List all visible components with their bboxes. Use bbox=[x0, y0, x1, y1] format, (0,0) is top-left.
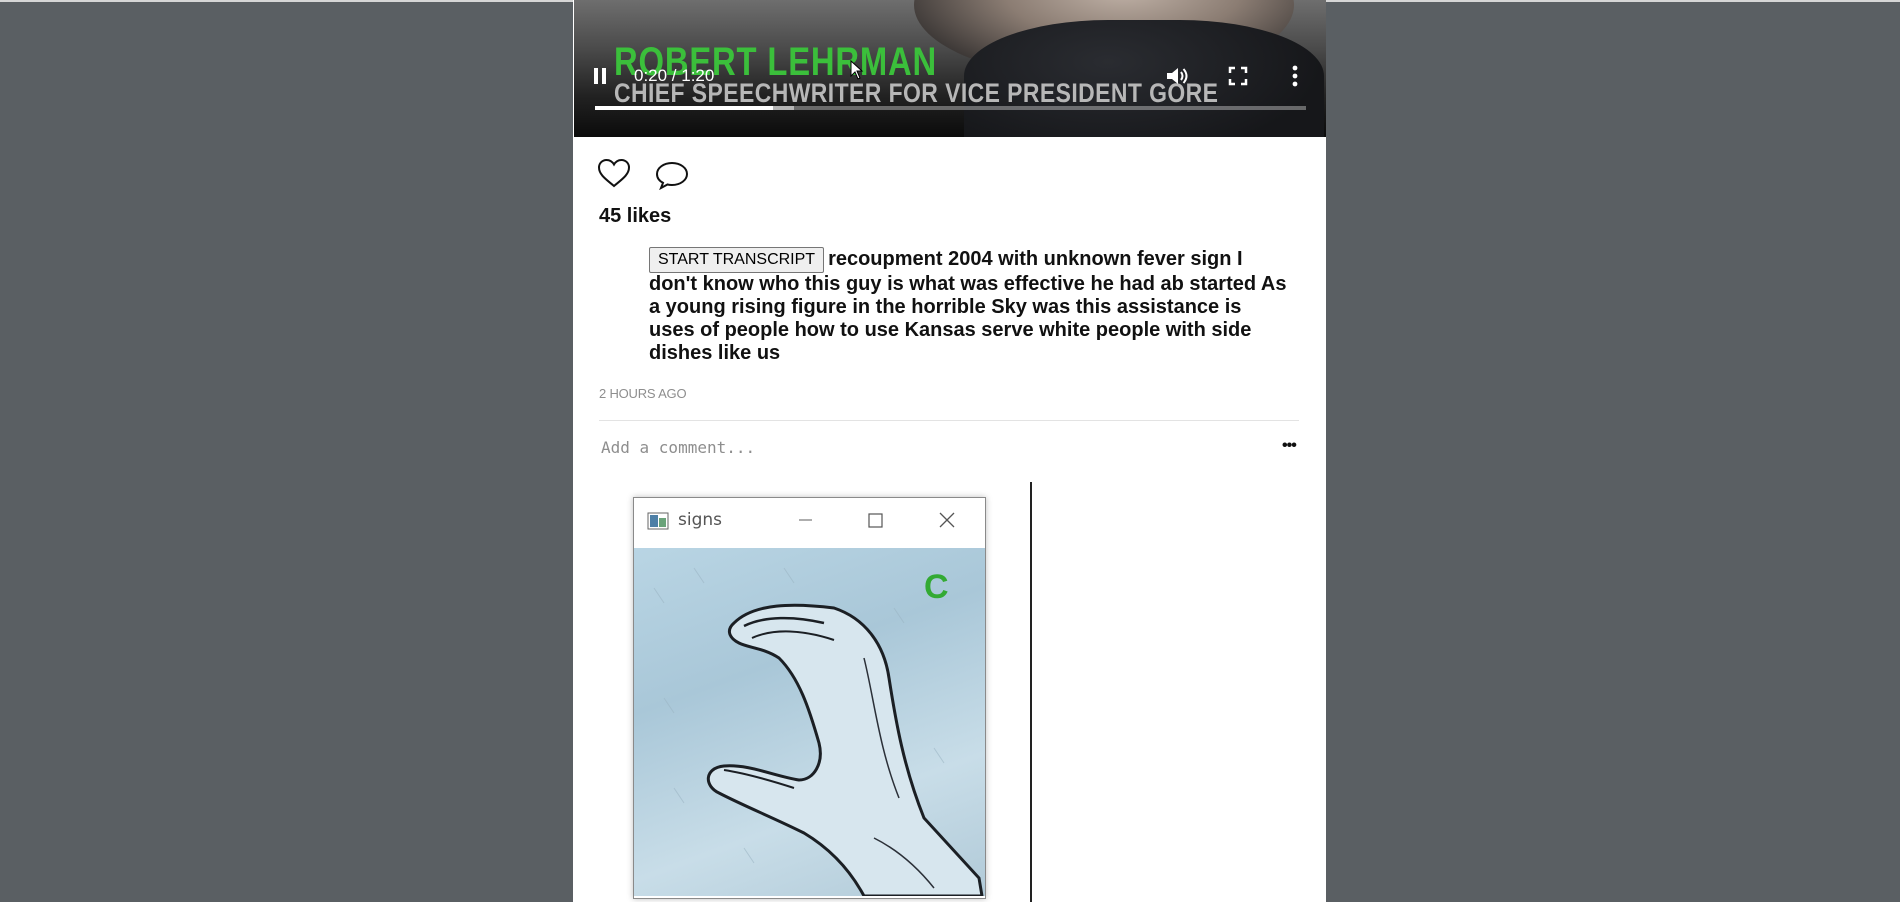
video-player[interactable]: ROBERT LEHRMAN CHIEF SPEECHWRITER FOR VI… bbox=[574, 0, 1326, 137]
more-vert-icon[interactable] bbox=[1290, 64, 1300, 88]
camera-frame: C bbox=[634, 548, 985, 896]
heart-icon[interactable] bbox=[597, 158, 631, 193]
signs-window: signs C bbox=[633, 497, 986, 899]
mouse-cursor-icon bbox=[850, 59, 864, 80]
fullscreen-icon[interactable] bbox=[1228, 66, 1248, 86]
maximize-icon[interactable] bbox=[855, 504, 895, 536]
start-transcript-button[interactable]: START TRANSCRIPT bbox=[649, 247, 825, 273]
vertical-divider bbox=[1030, 482, 1032, 902]
detected-letter: C bbox=[924, 568, 949, 606]
comment-input[interactable] bbox=[599, 434, 1243, 460]
close-icon[interactable] bbox=[927, 504, 967, 536]
more-options-button[interactable]: ••• bbox=[1282, 437, 1297, 455]
time-display: 0:20 / 1:20 bbox=[634, 66, 715, 85]
progress-bar[interactable] bbox=[595, 106, 1306, 110]
window-title: signs bbox=[678, 510, 723, 530]
divider bbox=[599, 420, 1299, 421]
post-card: ROBERT LEHRMAN CHIEF SPEECHWRITER FOR VI… bbox=[573, 0, 1326, 902]
volume-icon[interactable] bbox=[1164, 64, 1190, 88]
comment-icon[interactable] bbox=[655, 160, 689, 195]
likes-count: 45 likes bbox=[599, 205, 672, 227]
minimize-icon[interactable] bbox=[785, 504, 825, 536]
pause-icon[interactable] bbox=[593, 68, 609, 84]
app-icon bbox=[647, 512, 669, 530]
post-time-ago: 2 HOURS AGO bbox=[599, 386, 687, 401]
caption: START TRANSCRIPT recoupment 2004 with unk… bbox=[649, 247, 1289, 365]
progress-played bbox=[595, 106, 773, 110]
